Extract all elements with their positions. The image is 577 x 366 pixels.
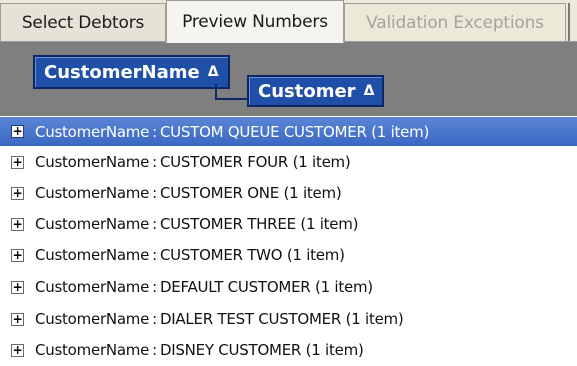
group-row[interactable]: + CustomerName: CUSTOMER TWO (1 item): [0, 240, 577, 270]
tab-strip-edge: [568, 3, 570, 41]
group-value: DIALER TEST CUSTOMER: [159, 310, 342, 328]
group-value: CUSTOM QUEUE CUSTOMER: [159, 122, 367, 141]
tab-validation-exceptions[interactable]: Validation Exceptions: [344, 3, 566, 41]
group-chip-customername[interactable]: CustomerName Δ: [33, 55, 230, 89]
group-row[interactable]: + CustomerName: CUSTOM QUEUE CUSTOMER (1 …: [0, 117, 577, 146]
group-value: CUSTOMER ONE: [159, 184, 279, 202]
group-row[interactable]: + CustomerName: DISNEY CUSTOMER (1 item): [0, 335, 577, 365]
group-count: (1 item): [371, 122, 430, 141]
expand-icon[interactable]: +: [11, 248, 24, 262]
group-field: CustomerName: [35, 122, 150, 141]
expand-icon[interactable]: +: [11, 186, 24, 200]
expand-icon[interactable]: +: [11, 312, 24, 326]
group-separator: :: [152, 278, 157, 296]
group-field: CustomerName: [35, 215, 150, 233]
group-row[interactable]: + CustomerName: DEFAULT CUSTOMER (1 item): [0, 272, 577, 302]
group-count: (1 item): [283, 184, 342, 202]
expand-icon[interactable]: +: [11, 155, 24, 169]
group-field: CustomerName: [35, 278, 150, 296]
preview-numbers-window: Select Debtors Preview Numbers Validatio…: [0, 0, 577, 366]
group-count: (1 item): [286, 246, 345, 264]
group-separator: :: [152, 310, 157, 328]
tab-strip: Select Debtors Preview Numbers Validatio…: [0, 0, 577, 43]
sort-ascending-icon: Δ: [363, 83, 375, 99]
group-separator: :: [152, 215, 157, 233]
expand-icon[interactable]: +: [11, 280, 24, 294]
group-row[interactable]: + CustomerName: CUSTOMER ONE (1 item): [0, 178, 577, 208]
group-field: CustomerName: [35, 184, 150, 202]
group-separator: :: [152, 153, 157, 171]
group-value: CUSTOMER TWO: [159, 246, 283, 264]
group-separator: :: [152, 246, 157, 264]
group-field: CustomerName: [35, 153, 150, 171]
group-count: (1 item): [315, 278, 373, 296]
group-chip-label: Customer: [258, 80, 356, 102]
group-value: DEFAULT CUSTOMER: [159, 278, 311, 296]
group-separator: :: [152, 184, 157, 202]
grouped-grid: + CustomerName: CUSTOM QUEUE CUSTOMER (1 …: [0, 116, 577, 366]
group-row[interactable]: + CustomerName: CUSTOMER THREE (1 item): [0, 209, 577, 239]
group-count: (1 item): [292, 153, 351, 171]
tab-select-debtors[interactable]: Select Debtors: [0, 3, 166, 41]
group-connector-line: [215, 98, 247, 100]
group-field: CustomerName: [35, 341, 150, 359]
group-field: CustomerName: [35, 246, 150, 264]
group-separator: :: [152, 341, 157, 359]
group-chip-customer[interactable]: Customer Δ: [247, 75, 384, 107]
tab-preview-numbers[interactable]: Preview Numbers: [166, 0, 344, 43]
group-value: DISNEY CUSTOMER: [159, 341, 302, 359]
expand-icon[interactable]: +: [11, 217, 24, 231]
group-by-area: CustomerName Δ Customer Δ: [0, 42, 577, 116]
group-row[interactable]: + CustomerName: DIALER TEST CUSTOMER (1 i…: [0, 304, 577, 334]
group-field: CustomerName: [35, 310, 150, 328]
group-count: (1 item): [345, 310, 404, 328]
group-value: CUSTOMER THREE: [159, 215, 296, 233]
group-chip-label: CustomerName: [44, 61, 200, 83]
group-separator: :: [152, 122, 157, 141]
group-count: (1 item): [305, 341, 364, 359]
sort-ascending-icon: Δ: [207, 64, 219, 80]
expand-icon[interactable]: +: [11, 125, 24, 138]
expand-icon[interactable]: +: [11, 343, 24, 357]
group-value: CUSTOMER FOUR: [159, 153, 289, 171]
group-count: (1 item): [300, 215, 359, 233]
group-row[interactable]: + CustomerName: CUSTOMER FOUR (1 item): [0, 147, 577, 177]
